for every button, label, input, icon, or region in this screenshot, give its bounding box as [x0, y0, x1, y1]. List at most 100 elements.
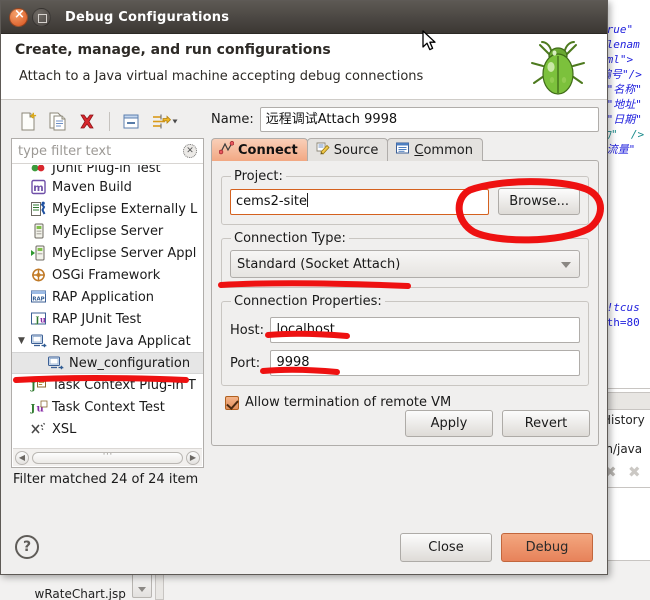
apply-button[interactable]: Apply — [405, 410, 493, 437]
background-remove-all-icon[interactable]: ✖ — [628, 463, 641, 481]
filter-row[interactable]: type filter text ✕ — [12, 139, 203, 164]
tree-item-label: Maven Build — [52, 179, 132, 195]
myeclipse-server-icon — [30, 223, 48, 239]
connection-properties-group: Connection Properties: Host: localhost P… — [221, 294, 589, 386]
tree-item-label: Task Context Plug-in T — [52, 377, 196, 393]
configurations-tree: type filter text ✕ JUnit Plug-in Test m Ma… — [11, 138, 204, 468]
maximize-icon[interactable] — [32, 7, 51, 27]
tree-item[interactable]: Ju RAP JUnit Test — [12, 308, 203, 330]
svg-text:J: J — [30, 404, 36, 415]
duplicate-icon[interactable] — [48, 112, 68, 131]
host-label: Host: — [230, 322, 264, 338]
svg-text:J: J — [35, 315, 40, 325]
tree-item-label: OSGi Framework — [52, 267, 161, 283]
filter-status: Filter matched 24 of 24 item — [13, 472, 199, 487]
dialog-header: Create, manage, and run configurations A… — [1, 34, 607, 100]
revert-button[interactable]: Revert — [502, 410, 590, 437]
tree-item[interactable]: m Maven Build — [12, 176, 203, 198]
xsl-icon — [30, 421, 48, 437]
chevron-down-icon — [561, 262, 571, 268]
rap-icon: RAP — [30, 289, 48, 305]
configuration-editor-pane: Name: 远程调试Attach 9998 Connect Source Com… — [211, 106, 599, 501]
svg-text:J: J — [30, 382, 36, 393]
footer-buttons: Close Debug — [400, 532, 593, 562]
filter-input[interactable]: type filter text — [18, 144, 111, 159]
svg-text:RAP: RAP — [32, 296, 44, 302]
background-editor-tab[interactable]: wRateChart.jsp 1.5 — [4, 573, 126, 600]
clear-icon[interactable]: ✕ — [183, 144, 197, 158]
task-context-plugin-icon: J — [30, 377, 48, 393]
dialog-titlebar: Debug Configurations — [1, 1, 607, 34]
remote-java-config-icon — [47, 355, 65, 371]
connection-type-select[interactable]: Standard (Socket Attach) — [230, 250, 580, 278]
background-view-tab-java[interactable]: in/java — [602, 442, 642, 456]
debug-button[interactable]: Debug — [501, 532, 593, 562]
connect-tab-panel: Project: cems2-site Browse... Connection… — [211, 160, 599, 446]
page-title: Create, manage, and run configurations — [15, 42, 331, 58]
tree-item[interactable]: Ju Task Context Test — [12, 396, 203, 418]
tree-item[interactable]: OSGi Framework — [12, 264, 203, 286]
tree-horizontal-scrollbar[interactable]: ◀ ▶ — [13, 448, 202, 466]
project-group-label: Project: — [234, 169, 283, 184]
scroll-right-icon[interactable]: ▶ — [186, 450, 200, 465]
project-input[interactable]: cems2-site — [230, 188, 490, 215]
connect-icon — [218, 141, 235, 159]
tree-item-label: RAP Application — [52, 289, 155, 305]
svg-text:u: u — [40, 315, 46, 325]
tree-item-label: XSL — [52, 421, 77, 437]
scrollbar-thumb[interactable] — [32, 449, 183, 464]
project-input-value: cems2-site — [236, 193, 308, 209]
tab-source-label: Source — [333, 142, 379, 158]
name-input[interactable]: 远程调试Attach 9998 — [259, 106, 599, 132]
tab-source[interactable]: Source — [306, 138, 389, 161]
tree-item-label: New_configuration — [69, 355, 191, 371]
filter-icon[interactable] — [151, 112, 179, 131]
tree-item[interactable]: MyEclipse Externally L — [12, 198, 203, 220]
delete-icon[interactable] — [77, 112, 97, 131]
background-editor-tab-label: wRateChart.jsp — [34, 587, 126, 600]
myeclipse-external-icon — [30, 201, 48, 217]
dialog-title: Debug Configurations — [65, 9, 230, 25]
source-icon — [315, 141, 330, 159]
close-icon[interactable] — [9, 7, 29, 27]
connection-type-group-label: Connection Type: — [234, 231, 346, 246]
osgi-icon — [30, 267, 48, 283]
rap-junit-icon: Ju — [30, 311, 48, 327]
tab-common[interactable]: Common — [387, 138, 483, 161]
connection-type-group: Connection Type: Standard (Socket Attach… — [221, 231, 589, 288]
collapse-all-icon[interactable] — [122, 112, 142, 131]
mouse-pointer — [422, 30, 436, 51]
tab-connect[interactable]: Connect — [211, 138, 308, 161]
tree-item[interactable]: RAP RAP Application — [12, 286, 203, 308]
port-label: Port: — [230, 355, 261, 371]
tree-item-label: JUnit Plug-in Test — [52, 165, 161, 176]
tab-common-label: Common — [414, 143, 473, 158]
expander-collapse-icon[interactable]: ▼ — [18, 336, 29, 346]
host-input[interactable]: localhost — [270, 317, 580, 343]
allow-termination-checkbox[interactable] — [225, 395, 239, 410]
port-input[interactable]: 9998 — [270, 350, 580, 376]
close-button[interactable]: Close — [400, 532, 492, 562]
tree-items-list: JUnit Plug-in Test m Maven Build MyEclipse … — [12, 165, 203, 445]
screen: true" ilenam tml"> 编号"/> ="名称" ="地址" ="日期" 力" /… — [0, 0, 650, 600]
tree-item[interactable]: XSL — [12, 418, 203, 440]
tree-item[interactable]: JUnit Plug-in Test — [12, 165, 203, 176]
tab-bar: Connect Source Common — [211, 138, 599, 161]
apply-revert-row: Apply Revert — [405, 410, 590, 437]
background-view-tab-history[interactable]: History — [602, 413, 645, 427]
allow-termination-row[interactable]: Allow termination of remote VM — [225, 395, 589, 410]
tree-item[interactable]: MyEclipse Server — [12, 220, 203, 242]
tree-item[interactable]: ▼ Remote Java Applicat — [12, 330, 203, 352]
connection-type-value: Standard (Socket Attach) — [237, 256, 401, 272]
tree-toolbar — [11, 106, 204, 136]
tree-item[interactable]: J Task Context Plug-in T — [12, 374, 203, 396]
tree-item-label: RAP JUnit Test — [52, 311, 142, 327]
tree-item[interactable]: MyEclipse Server Appl — [12, 242, 203, 264]
new-configuration-icon[interactable] — [19, 112, 39, 131]
myeclipse-server-app-icon — [30, 245, 48, 261]
help-icon[interactable]: ? — [15, 535, 39, 559]
tree-item-selected[interactable]: New_configuration — [12, 352, 203, 374]
scroll-left-icon[interactable]: ◀ — [15, 450, 29, 465]
browse-button[interactable]: Browse... — [498, 188, 580, 215]
text-caret — [307, 192, 309, 207]
